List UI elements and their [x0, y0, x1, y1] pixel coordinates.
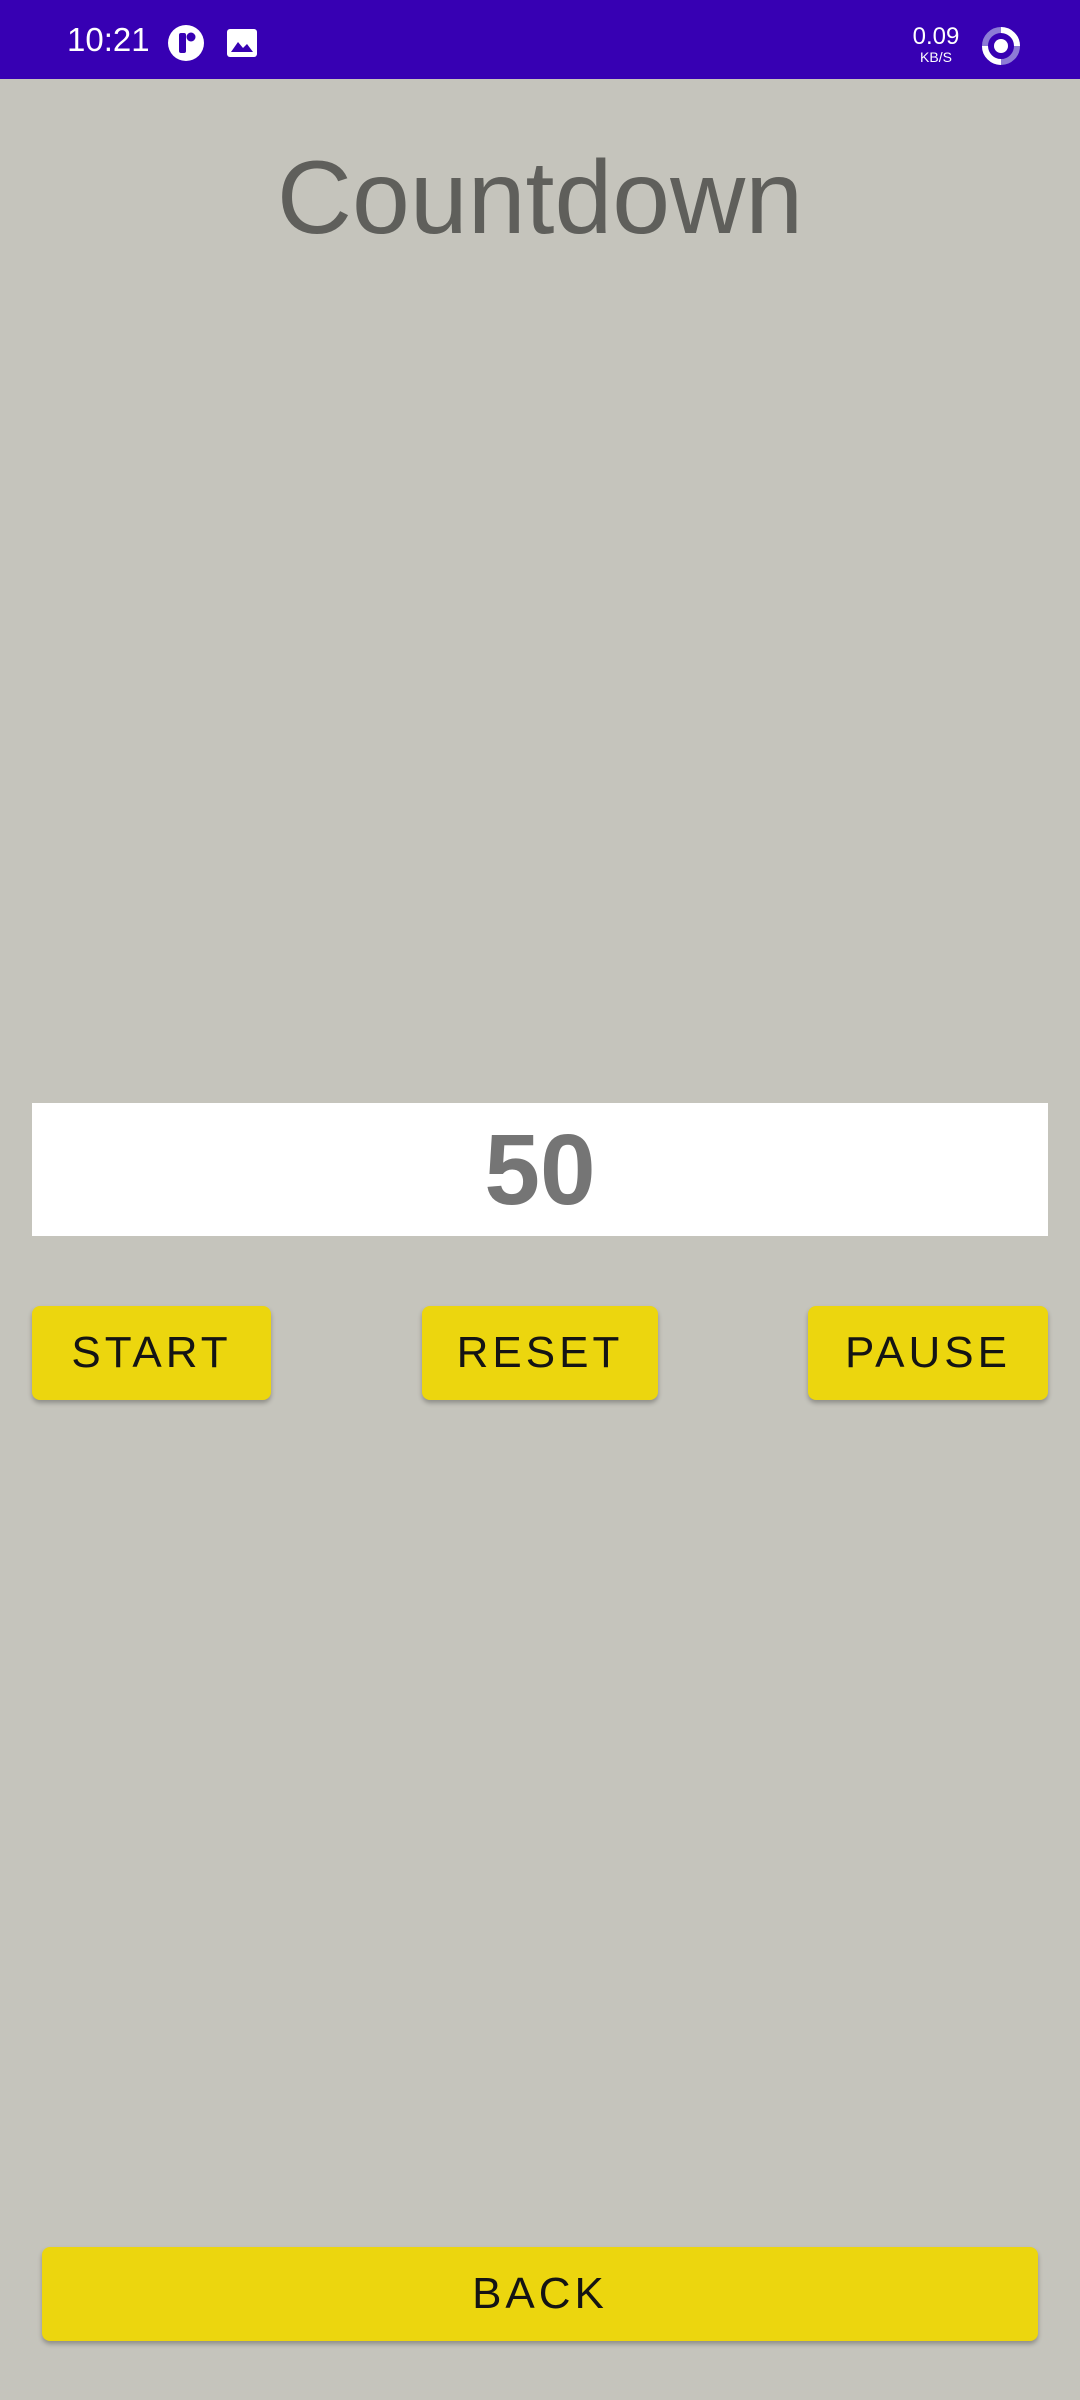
countdown-value: 50 — [484, 1113, 596, 1226]
reset-button[interactable]: RESET — [422, 1306, 658, 1400]
status-time: 10:21 — [67, 21, 150, 58]
network-speed: 0.09 KB/S — [908, 23, 964, 65]
network-speed-value: 0.09 — [912, 23, 960, 50]
pause-button[interactable]: PAUSE — [808, 1306, 1048, 1400]
app-notification-icon — [168, 25, 204, 61]
network-speed-unit: KB/S — [920, 49, 952, 65]
page-title: Countdown — [276, 140, 804, 256]
countdown-display: 50 — [32, 1103, 1048, 1236]
data-saver-icon — [982, 27, 1020, 65]
back-button[interactable]: BACK — [42, 2247, 1038, 2341]
status-bar: 10:21 0.09 KB/S — [0, 0, 1080, 79]
start-button[interactable]: START — [32, 1306, 271, 1400]
image-icon — [227, 29, 257, 57]
